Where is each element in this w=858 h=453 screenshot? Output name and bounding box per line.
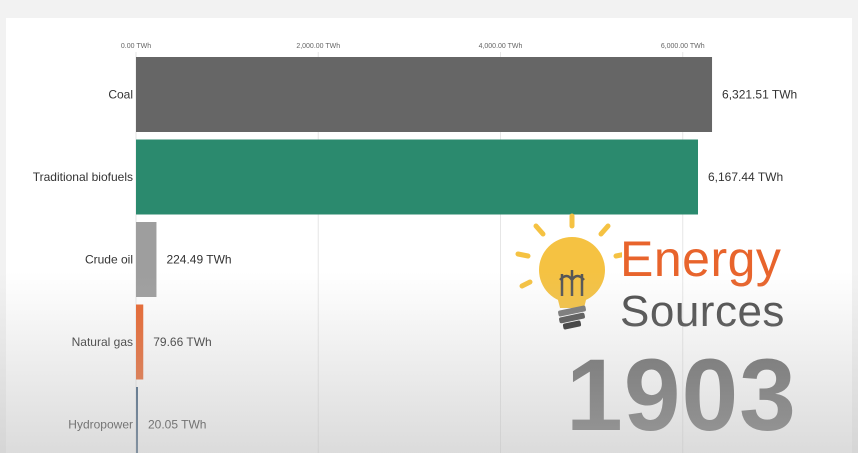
value-label-4: 20.05 TWh [148, 418, 206, 432]
x-tick-label-0: 0.00 TWh [121, 43, 151, 50]
x-tick-label-3: 6,000.00 TWh [661, 43, 705, 50]
bar-3 [136, 304, 144, 380]
x-tick-label-2: 4,000.00 TWh [479, 43, 523, 50]
x-tick-label-1: 2,000.00 TWh [296, 43, 340, 50]
value-label-2: 224.49 TWh [166, 253, 231, 267]
energy-sources-logo: Energy Sources [512, 212, 832, 336]
lightbulb-icon [515, 213, 622, 330]
value-label-1: 6,167.44 TWh [708, 170, 783, 184]
bar-0 [136, 57, 713, 132]
category-label-0: Coal [108, 88, 133, 102]
bar-2 [136, 222, 157, 297]
bar-4 [136, 387, 138, 453]
logo-word-energy: Energy [620, 231, 782, 287]
value-label-0: 6,321.51 TWh [722, 88, 797, 102]
value-label-3: 79.66 TWh [153, 335, 211, 349]
category-label-3: Natural gas [72, 335, 133, 349]
logo-word-sources: Sources [620, 287, 785, 336]
category-label-2: Crude oil [85, 253, 133, 267]
bar-1 [136, 139, 698, 215]
year-label: 1903 [566, 338, 797, 452]
category-label-4: Hydropower [68, 418, 133, 432]
category-label-1: Traditional biofuels [33, 170, 133, 184]
